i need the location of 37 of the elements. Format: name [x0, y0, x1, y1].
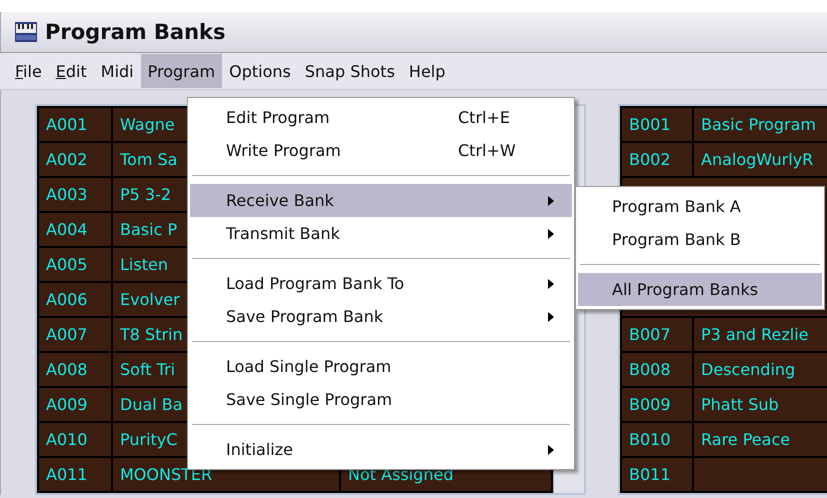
- table-cell: Descending: [694, 353, 827, 386]
- table-cell: B001: [622, 108, 692, 141]
- table-cell: Basic Program: [694, 108, 827, 141]
- menu-item[interactable]: Edit: [48, 54, 94, 88]
- menu-item[interactable]: Receive Bank: [190, 184, 572, 217]
- table-cell: B011: [622, 458, 692, 491]
- keyboard-icon: [15, 22, 37, 42]
- table-cell: A005: [39, 248, 111, 281]
- menu-item[interactable]: Options: [222, 54, 298, 88]
- table-cell: A009: [39, 388, 111, 421]
- table-cell: A002: [39, 143, 111, 176]
- table-cell: A004: [39, 213, 111, 246]
- table-cell: P3 and Rezlie: [694, 318, 827, 351]
- table-cell: A011: [39, 458, 111, 491]
- table-cell: A003: [39, 178, 111, 211]
- table-cell: A006: [39, 283, 111, 316]
- table-cell: A001: [39, 108, 111, 141]
- table-cell: B008: [622, 353, 692, 386]
- table-cell: A010: [39, 423, 111, 456]
- menu-item[interactable]: Program Bank B: [578, 223, 822, 256]
- menu-item[interactable]: Snap Shots: [298, 54, 402, 88]
- menu-item[interactable]: Midi: [94, 54, 141, 88]
- table-cell: A008: [39, 353, 111, 386]
- table-cell: B002: [622, 143, 692, 176]
- table-cell: Rare Peace: [694, 423, 827, 456]
- menu-item[interactable]: Help: [402, 54, 452, 88]
- window-title: Program Banks: [45, 20, 226, 44]
- menu-item[interactable]: Program: [140, 54, 222, 88]
- table-cell: Phatt Sub: [694, 388, 827, 421]
- table-cell: B010: [622, 423, 692, 456]
- table-cell: B009: [622, 388, 692, 421]
- table-cell: AnalogWurlyR: [694, 143, 827, 176]
- menu-item[interactable]: Program Bank A: [578, 190, 822, 223]
- menu-item[interactable]: All Program Banks: [578, 273, 822, 306]
- table-cell: B007: [622, 318, 692, 351]
- table-cell: A007: [39, 318, 111, 351]
- menu-item[interactable]: File: [8, 54, 49, 88]
